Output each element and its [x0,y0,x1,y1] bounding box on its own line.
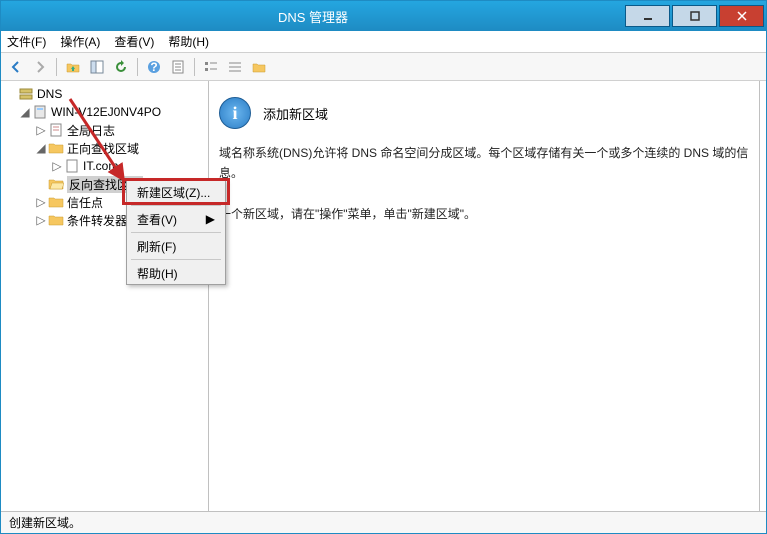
expand-icon[interactable]: ▷ [35,124,47,136]
context-separator [131,232,221,233]
properties-button[interactable] [167,56,189,78]
tree-label: 正向查找区域 [67,140,139,157]
expand-icon[interactable]: ▷ [51,160,63,172]
show-hide-tree-button[interactable] [86,56,108,78]
zone-icon [64,158,80,174]
body-area: DNS ◢ WIN-V12EJ0NV4PO ▷ 全局日志 ◢ 正向查找区域 ▷ … [1,81,766,511]
content-header: i 添加新区域 [219,97,749,129]
up-button[interactable] [62,56,84,78]
folder-open-icon [48,176,64,192]
expand-icon[interactable]: ▷ [35,196,47,208]
filter-icon[interactable] [248,56,270,78]
refresh-button[interactable] [110,56,132,78]
close-button[interactable] [719,5,764,27]
window-title: DNS 管理器 [1,7,625,26]
tree-server[interactable]: ◢ WIN-V12EJ0NV4PO [1,103,208,121]
tree-label: 条件转发器 [67,212,127,229]
context-new-zone[interactable]: 新建区域(Z)... [127,181,225,203]
right-pane-sliver [760,81,766,511]
tree-root-dns[interactable]: DNS [1,85,208,103]
collapse-icon [5,88,17,100]
statusbar: 创建新区域。 [1,511,766,533]
submenu-arrow-icon: ▶ [206,212,215,226]
titlebar: DNS 管理器 [1,1,766,31]
content-body: 域名称系统(DNS)允许将 DNS 命名空间分成区域。每个区域存储有关一个或多个… [219,143,749,225]
maximize-button[interactable] [672,5,717,27]
menu-view[interactable]: 查看(V) [114,33,154,50]
folder-icon [48,212,64,228]
tree-label: 信任点 [67,194,103,211]
tree-label: DNS [37,87,62,101]
menubar: 文件(F) 操作(A) 查看(V) 帮助(H) [1,31,766,53]
content-p1: 域名称系统(DNS)允许将 DNS 命名空间分成区域。每个区域存储有关一个或多个… [219,143,749,184]
tree-label: IT.com [83,159,118,173]
tree-global-log[interactable]: ▷ 全局日志 [1,121,208,139]
content-pane: i 添加新区域 域名称系统(DNS)允许将 DNS 命名空间分成区域。每个区域存… [209,81,760,511]
toolbar-separator [194,58,195,76]
expand-icon[interactable]: ◢ [19,106,31,118]
menu-file[interactable]: 文件(F) [7,33,46,50]
log-icon [48,122,64,138]
forward-button[interactable] [29,56,51,78]
tree-pane: DNS ◢ WIN-V12EJ0NV4PO ▷ 全局日志 ◢ 正向查找区域 ▷ … [1,81,209,511]
content-p2: 一个新区域，请在"操作"菜单，单击"新建区域"。 [219,204,749,224]
help-button[interactable]: ? [143,56,165,78]
toolbar-separator [137,58,138,76]
context-help[interactable]: 帮助(H) [127,262,225,284]
folder-icon [48,140,64,156]
detail-icon[interactable] [224,56,246,78]
expand-icon[interactable]: ◢ [35,142,47,154]
minimize-button[interactable] [625,5,670,27]
menu-action[interactable]: 操作(A) [60,33,100,50]
menu-help[interactable]: 帮助(H) [168,33,209,50]
tree-forward-child[interactable]: ▷ IT.com [1,157,208,175]
expand-icon[interactable]: ▷ [35,214,47,226]
context-view[interactable]: 查看(V) ▶ [127,208,225,230]
context-refresh[interactable]: 刷新(F) [127,235,225,257]
tree-forward-zone[interactable]: ◢ 正向查找区域 [1,139,208,157]
toolbar: ? [1,53,766,81]
dns-icon [18,86,34,102]
tree-label: WIN-V12EJ0NV4PO [51,105,161,119]
context-separator [131,259,221,260]
status-text: 创建新区域。 [9,514,81,531]
tree-label: 全局日志 [67,122,115,139]
expand-icon [35,178,47,190]
toolbar-separator [56,58,57,76]
context-menu: 新建区域(Z)... 查看(V) ▶ 刷新(F) 帮助(H) [126,180,226,285]
folder-icon [48,194,64,210]
context-separator [131,205,221,206]
context-view-label: 查看(V) [137,211,177,228]
info-icon: i [219,97,251,129]
list-icon[interactable] [200,56,222,78]
content-heading: 添加新区域 [263,104,328,123]
server-icon [32,104,48,120]
svg-text:?: ? [150,60,157,74]
back-button[interactable] [5,56,27,78]
